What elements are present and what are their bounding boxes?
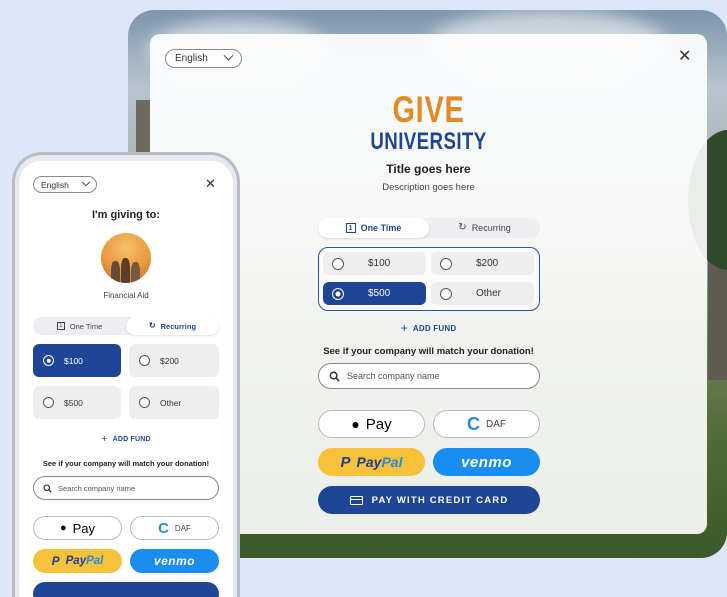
paypal-label-a: Pay <box>356 454 382 470</box>
company-search-input[interactable]: Search company name <box>318 363 540 389</box>
company-search-input[interactable]: Search company name <box>33 476 219 500</box>
tab-recurring-label: Recurring <box>471 223 511 233</box>
close-icon[interactable]: ✕ <box>205 177 216 190</box>
amount-label: $100 <box>64 355 83 366</box>
radio-icon <box>332 257 344 270</box>
radio-selected-icon <box>332 287 344 300</box>
giving-to-heading: I'm giving to: <box>92 209 160 221</box>
pay-with-credit-card-button[interactable]: PAY WITH CREDIT CARD <box>318 486 540 514</box>
venmo-label: venmo <box>153 554 196 568</box>
amount-label: $200 <box>160 355 179 366</box>
fund-name: Financial Aid <box>103 291 149 300</box>
plus-icon: + <box>101 433 108 445</box>
language-select[interactable]: English <box>33 176 97 193</box>
amount-label: $200 <box>476 258 499 269</box>
paypal-label-b: Pal <box>381 454 403 470</box>
amount-option-other[interactable]: Other <box>129 386 219 419</box>
radio-icon <box>139 397 150 408</box>
venmo-button[interactable]: venmo <box>130 549 219 573</box>
calendar-icon: 1 <box>56 322 65 330</box>
daf-label: DAF <box>174 523 191 533</box>
add-fund-button[interactable]: + ADD FUND <box>19 433 233 445</box>
paypal-label-b: Pal <box>86 555 104 567</box>
tab-one-time[interactable]: 1 One Time <box>33 317 126 335</box>
radio-icon <box>139 355 150 366</box>
tab-recurring[interactable]: ↻ Recurring <box>126 317 219 335</box>
tab-one-time-label: One Time <box>360 223 402 233</box>
daf-button[interactable]: C DAF <box>433 410 540 438</box>
frequency-toggle: 1 One Time ↻ Recurring <box>33 317 219 335</box>
credit-card-label: PAY WITH CREDIT CARD <box>371 494 509 506</box>
search-icon <box>43 483 52 493</box>
paypal-label-a: Pay <box>65 555 87 567</box>
add-fund-label: ADD FUND <box>412 324 457 333</box>
venmo-label: venmo <box>461 453 512 471</box>
calendar-icon: 1 <box>345 223 356 233</box>
plus-icon: + <box>400 321 408 335</box>
language-select-value: English <box>175 53 208 64</box>
history-icon: ↻ <box>458 222 467 233</box>
fund-avatar-image <box>101 233 151 283</box>
pay-with-credit-card-button[interactable] <box>33 582 219 597</box>
search-placeholder: Search company name <box>58 483 136 493</box>
paypal-button[interactable]: P PayPal <box>33 549 122 573</box>
close-icon[interactable]: ✕ <box>678 49 691 65</box>
amount-label: Other <box>160 397 182 408</box>
radio-selected-icon <box>43 355 54 366</box>
amount-option-200[interactable]: $200 <box>129 344 219 377</box>
add-fund-label: ADD FUND <box>112 436 151 443</box>
tab-recurring[interactable]: ↻ Recurring <box>429 218 540 238</box>
mobile-donation-form: English ✕ I'm giving to: Financial Aid 1… <box>19 161 233 597</box>
radio-icon <box>43 397 54 408</box>
credit-card-icon <box>349 495 363 505</box>
chevron-down-icon <box>81 177 91 186</box>
radio-icon <box>440 257 452 270</box>
apple-pay-label: Pay <box>72 520 96 536</box>
radio-icon <box>440 287 452 300</box>
apple-pay-button[interactable]: ● Pay <box>318 410 425 438</box>
paypal-icon: P <box>340 453 351 471</box>
amount-option-500[interactable]: $500 <box>33 386 121 419</box>
amount-label: $100 <box>368 258 391 269</box>
chevron-down-icon <box>223 50 234 61</box>
paypal-button[interactable]: P PayPal <box>318 448 425 476</box>
daf-button[interactable]: C DAF <box>130 516 219 540</box>
amount-option-200[interactable]: $200 <box>431 252 534 275</box>
amount-option-500[interactable]: $500 <box>323 282 426 305</box>
venmo-button[interactable]: venmo <box>433 448 540 476</box>
daf-icon: C <box>158 519 169 537</box>
logo-give-text: GIVE <box>392 89 465 130</box>
tab-recurring-label: Recurring <box>160 321 197 331</box>
daf-label: DAF <box>486 418 506 430</box>
language-select-value: English <box>41 179 69 190</box>
frequency-toggle: 1 One Time ↻ Recurring <box>318 218 540 238</box>
amount-option-100[interactable]: $100 <box>33 344 121 377</box>
logo-university-text: UNIVERSITY <box>370 128 487 155</box>
amount-option-other[interactable]: Other <box>431 282 534 305</box>
paypal-icon: P <box>51 554 60 568</box>
amount-label: $500 <box>64 397 83 408</box>
daf-icon: C <box>467 413 480 434</box>
apple-pay-label: Pay <box>365 415 392 433</box>
amount-label: Other <box>476 288 502 299</box>
history-icon: ↻ <box>148 321 156 330</box>
amount-label: $500 <box>368 288 391 299</box>
apple-pay-button[interactable]: ● Pay <box>33 516 122 540</box>
tab-one-time[interactable]: 1 One Time <box>318 218 429 238</box>
company-match-text: See if your company will match your dona… <box>42 459 210 468</box>
apple-icon: ● <box>351 416 360 432</box>
language-select[interactable]: English <box>165 49 242 68</box>
search-icon <box>329 371 340 382</box>
apple-icon: ● <box>59 522 67 534</box>
tab-one-time-label: One Time <box>69 321 103 331</box>
search-placeholder: Search company name <box>347 371 440 381</box>
amount-option-100[interactable]: $100 <box>323 252 426 275</box>
